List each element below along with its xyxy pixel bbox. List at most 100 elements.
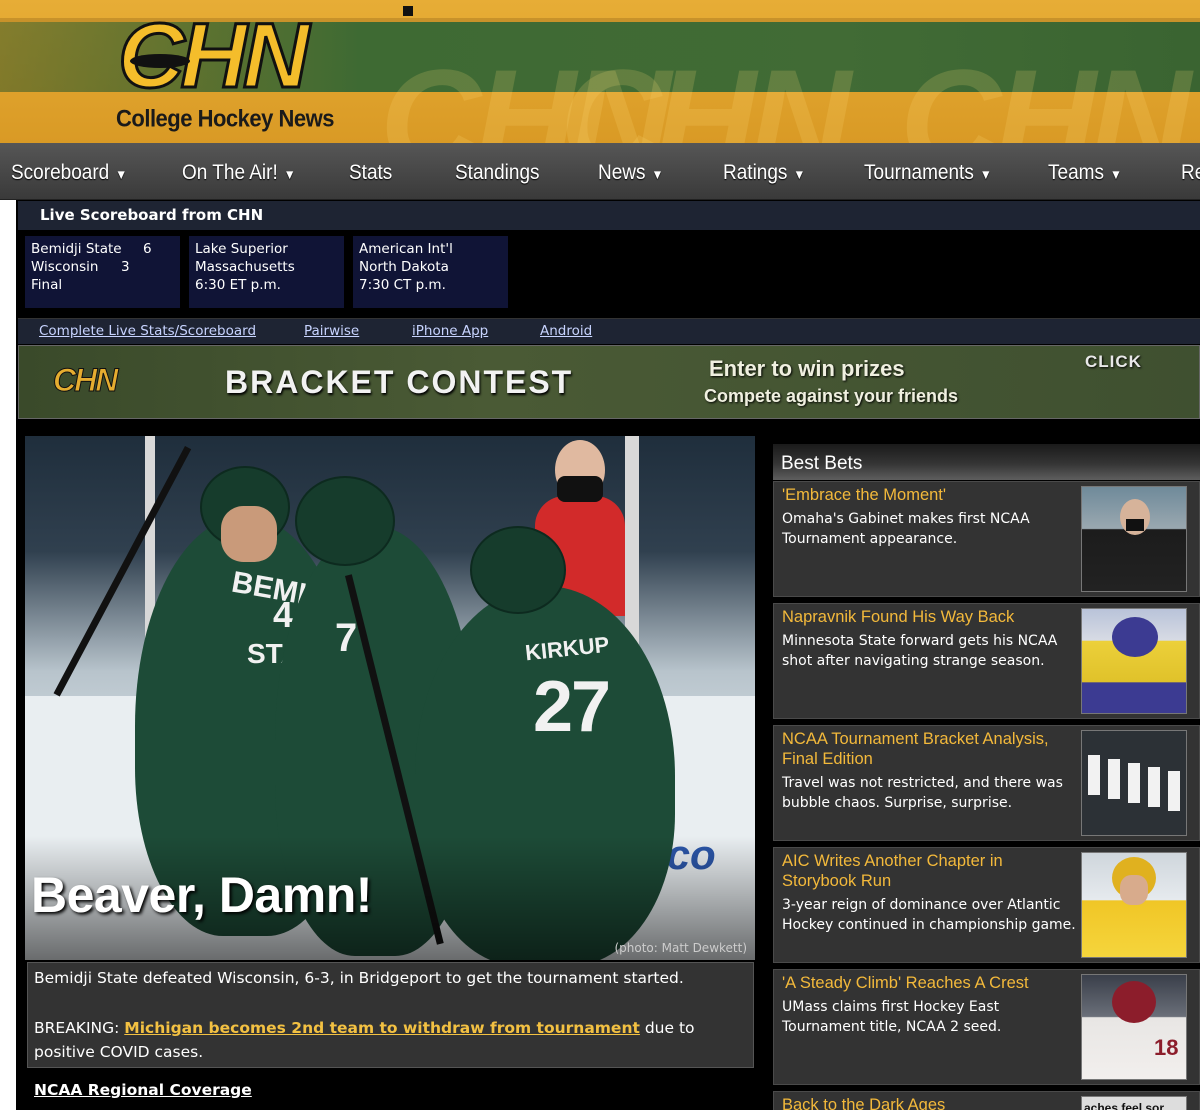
game-card[interactable]: Bemidji State 6 Wisconsin 3 Final xyxy=(25,236,180,308)
best-bet-item[interactable]: 'A Steady Climb' Reaches A Crest UMass c… xyxy=(773,969,1200,1085)
game-card[interactable]: Lake Superior Massachusetts 6:30 ET p.m. xyxy=(189,236,344,308)
link-complete-stats[interactable]: Complete Live Stats/Scoreboard xyxy=(39,323,256,339)
caret-down-icon: ▼ xyxy=(979,166,992,183)
bet-desc: Omaha's Gabinet makes first NCAA Tournam… xyxy=(782,511,1030,547)
player-face xyxy=(221,506,277,562)
photo-credit: (photo: Matt Dewkett) xyxy=(614,941,747,955)
nav-item-on-the-air[interactable]: On The Air! ▼ xyxy=(182,140,296,204)
bet-title[interactable]: AIC Writes Another Chapter in Storybook … xyxy=(782,851,1072,891)
hero-caption: Bemidji State defeated Wisconsin, 6-3, i… xyxy=(27,962,754,1068)
thumb-text: aches feel sor xyxy=(1084,1101,1165,1110)
best-bets-header: Best Bets xyxy=(773,444,1200,480)
ncaa-regional-link[interactable]: NCAA Regional Coverage xyxy=(34,1081,252,1099)
breaking-news: BREAKING: Michigan becomes 2nd team to w… xyxy=(34,1016,734,1064)
team-name: Lake Superior xyxy=(195,241,288,257)
bet-desc: Travel was not restricted, and there was… xyxy=(782,775,1063,811)
player-photo-icon[interactable] xyxy=(1081,608,1187,714)
bet-title[interactable]: Napravnik Found His Way Back xyxy=(782,607,1072,627)
bet-title[interactable]: 'A Steady Climb' Reaches A Crest xyxy=(782,973,1072,993)
banner xyxy=(1168,771,1180,811)
banner-dot xyxy=(403,6,413,16)
game-status: 7:30 CT p.m. xyxy=(359,277,446,293)
nav-item-news[interactable]: News ▼ xyxy=(598,140,663,204)
team-name: Massachusetts xyxy=(195,259,295,275)
bet-title[interactable]: 'Embrace the Moment' xyxy=(782,485,1072,505)
banner xyxy=(1128,763,1140,803)
player-face xyxy=(1120,875,1148,905)
face-mask xyxy=(557,476,603,502)
scoreboard-header: Live Scoreboard from CHN xyxy=(18,201,1200,230)
best-bet-item[interactable]: Napravnik Found His Way Back Minnesota S… xyxy=(773,603,1200,719)
banner xyxy=(1088,755,1100,795)
link-pairwise[interactable]: Pairwise xyxy=(304,323,359,339)
banner xyxy=(1108,759,1120,799)
caret-down-icon: ▼ xyxy=(793,166,806,183)
team-score: 6 xyxy=(143,241,152,257)
nav-item-standings[interactable]: Standings xyxy=(455,140,540,204)
bracket-contest-ad[interactable]: CHN BRACKET CONTEST Enter to win prizes … xyxy=(18,345,1200,419)
best-bet-item[interactable]: Back to the Dark Ages aches feel sor xyxy=(773,1091,1200,1110)
scoreboard: Bemidji State 6 Wisconsin 3 Final Lake Sup… xyxy=(18,230,1200,318)
bet-desc: 3-year reign of dominance over Atlantic … xyxy=(782,897,1076,933)
player-photo-icon[interactable]: 18 xyxy=(1081,974,1187,1080)
caret-down-icon: ▼ xyxy=(1109,166,1122,183)
best-bet-item[interactable]: NCAA Tournament Bracket Analysis, Final … xyxy=(773,725,1200,841)
team-score: 3 xyxy=(121,259,130,275)
hero-image[interactable]: .co BEMIDJI 4 STA 7 KIRKUP 27 Beaver, Da… xyxy=(25,436,755,960)
bet-desc: Minnesota State forward gets his NCAA sh… xyxy=(782,633,1058,669)
helmet xyxy=(470,526,566,614)
breaking-link[interactable]: Michigan becomes 2nd team to withdraw fr… xyxy=(124,1019,640,1037)
helmet xyxy=(1112,617,1158,657)
scoreboard-title: Live Scoreboard from CHN xyxy=(40,206,264,224)
caption-text: Bemidji State defeated Wisconsin, 6-3, i… xyxy=(34,969,684,987)
bet-title[interactable]: Back to the Dark Ages xyxy=(782,1095,1072,1110)
main-nav: Scoreboard ▼ On The Air! ▼ Stats Standings… xyxy=(0,143,1200,200)
ad-click-cta[interactable]: CLICK xyxy=(1085,352,1142,372)
site-logo[interactable]: CHN College Hockey News xyxy=(110,5,370,138)
scoreboard-links: Complete Live Stats/Scoreboard Pairwise … xyxy=(18,318,1200,344)
nav-item-teams[interactable]: Teams ▼ xyxy=(1048,140,1122,204)
logo-subtitle: College Hockey News xyxy=(116,104,334,133)
jersey-number: 27 xyxy=(533,667,611,747)
caret-down-icon: ▼ xyxy=(283,166,296,183)
helmet xyxy=(295,476,395,566)
breaking-prefix: BREAKING: xyxy=(34,1019,125,1037)
nav-item-truncated[interactable]: Re xyxy=(1181,140,1200,204)
nav-item-stats[interactable]: Stats xyxy=(349,140,392,204)
puck-icon xyxy=(130,54,190,68)
link-iphone-app[interactable]: iPhone App xyxy=(412,323,488,339)
team-name: North Dakota xyxy=(359,259,449,275)
bet-title[interactable]: NCAA Tournament Bracket Analysis, Final … xyxy=(782,729,1072,769)
nav-item-ratings[interactable]: Ratings ▼ xyxy=(723,140,805,204)
team-name: Wisconsin xyxy=(31,259,99,275)
banner xyxy=(1148,767,1160,807)
ad-line-1: Enter to win prizes xyxy=(709,356,905,381)
player-photo-icon[interactable] xyxy=(1081,852,1187,958)
best-bet-item[interactable]: 'Embrace the Moment' Omaha's Gabinet mak… xyxy=(773,481,1200,597)
team-name: Bemidji State xyxy=(31,241,122,257)
left-gutter xyxy=(0,200,16,1110)
game-card[interactable]: American Int'l North Dakota 7:30 CT p.m. xyxy=(353,236,508,308)
ad-logo: CHN xyxy=(52,362,118,399)
header-banner: CHN CHN CHN CHN College Hockey News xyxy=(0,0,1200,143)
ad-line-2: Compete against your friends xyxy=(704,386,959,406)
caret-down-icon: ▼ xyxy=(115,166,128,183)
hero-headline[interactable]: Beaver, Damn! xyxy=(31,866,372,924)
bet-desc: UMass claims first Hockey East Tournamen… xyxy=(782,999,1002,1035)
best-bet-item[interactable]: AIC Writes Another Chapter in Storybook … xyxy=(773,847,1200,963)
game-status: 6:30 ET p.m. xyxy=(195,277,281,293)
nav-item-tournaments[interactable]: Tournaments ▼ xyxy=(864,140,992,204)
jersey-number: 18 xyxy=(1154,1035,1179,1060)
best-bets-title: Best Bets xyxy=(781,453,863,474)
banners-photo-icon[interactable] xyxy=(1081,730,1187,836)
banner-watermark-3: CHN xyxy=(900,40,1191,143)
team-name: American Int'l xyxy=(359,241,453,257)
text-photo-icon[interactable]: aches feel sor xyxy=(1081,1096,1187,1110)
coach-photo-icon[interactable] xyxy=(1081,486,1187,592)
face-mask xyxy=(1126,519,1144,531)
helmet xyxy=(1112,981,1156,1023)
nav-item-scoreboard[interactable]: Scoreboard ▼ xyxy=(11,140,127,204)
banner-watermark-2: CHN xyxy=(560,40,851,143)
link-android[interactable]: Android xyxy=(540,323,592,339)
game-status: Final xyxy=(31,277,63,293)
